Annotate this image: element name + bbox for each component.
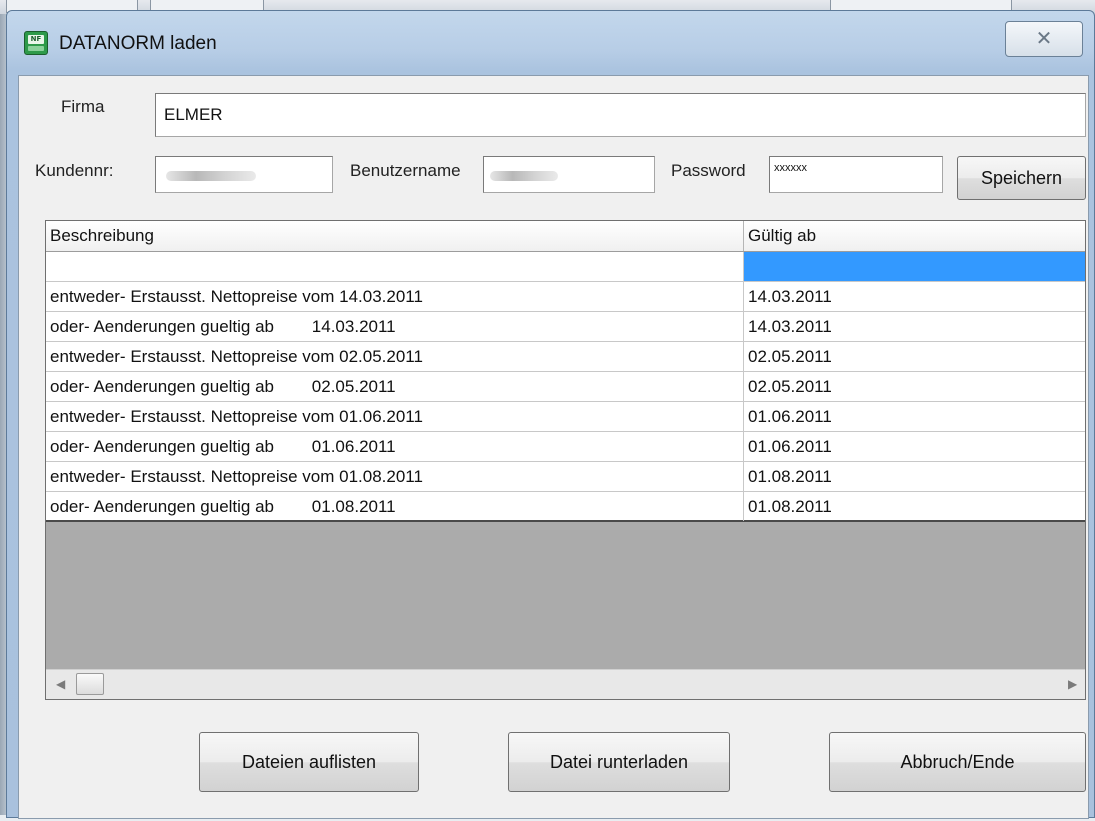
cell-gueltig-ab-selected [743, 252, 1085, 281]
firma-label: Firma [61, 97, 105, 116]
cell-beschreibung: oder- Aenderungen gueltig ab 14.03.2011 [50, 317, 396, 336]
close-icon: ✕ [1035, 26, 1053, 50]
cell-beschreibung: oder- Aenderungen gueltig ab 01.08.2011 [50, 497, 396, 516]
table-row[interactable]: entweder- Erstausst. Nettopreise vom 02.… [46, 342, 1085, 372]
cell-beschreibung: entweder- Erstausst. Nettopreise vom 02.… [50, 347, 423, 366]
kundennr-field[interactable] [155, 156, 333, 193]
app-icon: NF [24, 31, 48, 55]
column-header-beschreibung[interactable]: Beschreibung [46, 221, 743, 251]
cell-beschreibung: oder- Aenderungen gueltig ab 01.06.2011 [50, 437, 396, 456]
dialog-client-area: Firma ELMER Kundennr: Benutzername Passw… [18, 75, 1089, 819]
download-file-button[interactable]: Datei runterladen [508, 732, 730, 792]
password-mask: xxxxxx [774, 162, 807, 174]
cell-gueltig-ab: 02.05.2011 [743, 372, 1085, 401]
benutzername-label: Benutzername [350, 161, 461, 180]
cell-gueltig-ab: 14.03.2011 [743, 312, 1085, 341]
firma-field[interactable]: ELMER [155, 93, 1086, 137]
cell-gueltig-ab: 01.06.2011 [743, 432, 1085, 461]
redacted-value [166, 171, 256, 181]
grid-header: Beschreibung Gültig ab [46, 221, 1085, 252]
redacted-value [490, 171, 558, 181]
password-label: Password [671, 161, 746, 180]
scrollbar-thumb[interactable] [76, 673, 104, 695]
cancel-end-button[interactable]: Abbruch/Ende [829, 732, 1086, 792]
datanorm-file-grid[interactable]: Beschreibung Gültig ab entweder- Erstaus… [45, 220, 1086, 700]
close-button[interactable]: ✕ [1005, 21, 1083, 57]
cell-gueltig-ab: 01.08.2011 [743, 492, 1085, 521]
app-icon-detail [28, 46, 44, 51]
firma-value: ELMER [164, 105, 223, 124]
cell-beschreibung: entweder- Erstausst. Nettopreise vom 01.… [50, 407, 423, 426]
cell-beschreibung: oder- Aenderungen gueltig ab 02.05.2011 [50, 377, 396, 396]
password-field[interactable]: xxxxxx [769, 156, 943, 193]
grid-rows: entweder- Erstausst. Nettopreise vom 14.… [46, 252, 1085, 522]
scroll-left-arrow-icon[interactable]: ◀ [56, 677, 65, 691]
window-title: DATANORM laden [59, 33, 217, 54]
table-row[interactable]: oder- Aenderungen gueltig ab 01.08.2011 … [46, 492, 1085, 522]
table-row[interactable]: oder- Aenderungen gueltig ab 02.05.2011 … [46, 372, 1085, 402]
cell-gueltig-ab: 02.05.2011 [743, 342, 1085, 371]
save-button[interactable]: Speichern [957, 156, 1086, 200]
kundennr-label: Kundennr: [35, 161, 114, 180]
title-bar[interactable]: NF DATANORM laden ✕ [7, 11, 1094, 73]
scroll-right-arrow-icon[interactable]: ▶ [1068, 677, 1077, 691]
list-files-button[interactable]: Dateien auflisten [199, 732, 419, 792]
table-row[interactable]: oder- Aenderungen gueltig ab 01.06.2011 … [46, 432, 1085, 462]
cell-beschreibung [46, 252, 743, 281]
cell-gueltig-ab: 01.06.2011 [743, 402, 1085, 431]
cell-beschreibung: entweder- Erstausst. Nettopreise vom 01.… [50, 467, 423, 486]
benutzername-field[interactable] [483, 156, 655, 193]
cell-beschreibung: entweder- Erstausst. Nettopreise vom 14.… [50, 287, 423, 306]
table-row[interactable] [46, 252, 1085, 282]
table-row[interactable]: oder- Aenderungen gueltig ab 14.03.2011 … [46, 312, 1085, 342]
app-icon-label: NF [28, 35, 44, 44]
horizontal-scrollbar[interactable]: ◀ ▶ [46, 669, 1085, 699]
table-row[interactable]: entweder- Erstausst. Nettopreise vom 01.… [46, 462, 1085, 492]
table-row[interactable]: entweder- Erstausst. Nettopreise vom 14.… [46, 282, 1085, 312]
table-row[interactable]: entweder- Erstausst. Nettopreise vom 01.… [46, 402, 1085, 432]
cell-gueltig-ab: 14.03.2011 [743, 282, 1085, 311]
cell-gueltig-ab: 01.08.2011 [743, 462, 1085, 491]
datanorm-dialog: NF DATANORM laden ✕ Firma ELMER Kundennr… [6, 10, 1095, 819]
column-header-gueltig-ab[interactable]: Gültig ab [744, 221, 1084, 251]
